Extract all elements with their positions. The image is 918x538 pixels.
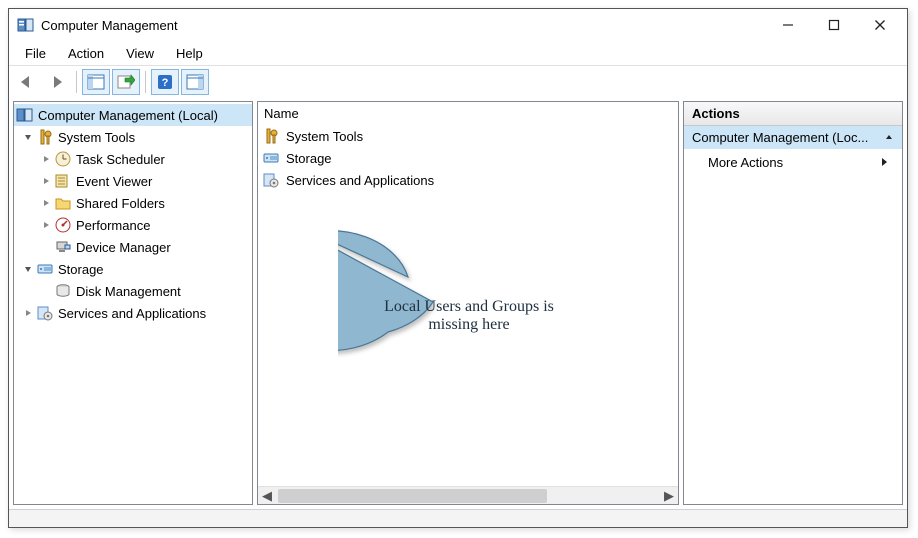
tree-disk-management[interactable]: Disk Management: [14, 280, 252, 302]
scroll-left-icon[interactable]: ◀: [258, 487, 276, 504]
actions-header: Actions: [684, 102, 902, 126]
computer-management-icon: [16, 106, 34, 124]
tree-services-apps-label: Services and Applications: [58, 306, 206, 321]
actions-pane: Actions Computer Management (Loc... More…: [683, 101, 903, 505]
storage-icon: [262, 149, 280, 167]
collapse-icon[interactable]: [884, 130, 894, 145]
tree-disk-management-label: Disk Management: [76, 284, 181, 299]
tree-storage[interactable]: Storage: [14, 258, 252, 280]
export-button[interactable]: [112, 69, 140, 95]
help-button[interactable]: ?: [151, 69, 179, 95]
scroll-right-icon[interactable]: ▶: [660, 487, 678, 504]
menu-action[interactable]: Action: [58, 44, 114, 63]
toolbar: ?: [9, 65, 907, 97]
window-frame: Computer Management File Action View Hel…: [8, 8, 908, 528]
action-more-actions[interactable]: More Actions: [684, 149, 902, 176]
list-pane: Name System Tools Storage Services and A…: [257, 101, 679, 505]
show-action-pane-button[interactable]: [181, 69, 209, 95]
menu-view[interactable]: View: [116, 44, 164, 63]
clock-icon: [54, 150, 72, 168]
tree-services-apps[interactable]: Services and Applications: [14, 302, 252, 324]
minimize-button[interactable]: [765, 10, 811, 40]
window-title: Computer Management: [41, 18, 765, 33]
tree-shared-folders-label: Shared Folders: [76, 196, 165, 211]
list-item-label: Storage: [286, 151, 332, 166]
list-item-services-apps[interactable]: Services and Applications: [258, 169, 678, 191]
maximize-button[interactable]: [811, 10, 857, 40]
tree-pane: Computer Management (Local) System Tools…: [13, 101, 253, 505]
tree-task-scheduler-label: Task Scheduler: [76, 152, 165, 167]
list-item-label: System Tools: [286, 129, 363, 144]
svg-text:?: ?: [162, 77, 169, 89]
tree-system-tools-label: System Tools: [58, 130, 135, 145]
menubar: File Action View Help: [9, 41, 907, 65]
chevron-down-icon[interactable]: [22, 131, 34, 143]
tree-device-manager-label: Device Manager: [76, 240, 171, 255]
nav-back-button[interactable]: [13, 69, 41, 95]
storage-icon: [36, 260, 54, 278]
list-item-storage[interactable]: Storage: [258, 147, 678, 169]
tree-shared-folders[interactable]: Shared Folders: [14, 192, 252, 214]
tree-performance-label: Performance: [76, 218, 150, 233]
disk-management-icon: [54, 282, 72, 300]
tree-system-tools[interactable]: System Tools: [14, 126, 252, 148]
toolbar-separator: [145, 71, 146, 93]
services-icon: [36, 304, 54, 322]
performance-icon: [54, 216, 72, 234]
actions-group-label: Computer Management (Loc...: [692, 130, 868, 145]
titlebar[interactable]: Computer Management: [9, 9, 907, 41]
nav-forward-button[interactable]: [43, 69, 71, 95]
device-manager-icon: [54, 238, 72, 256]
content-area: Computer Management (Local) System Tools…: [9, 97, 907, 509]
system-tools-icon: [36, 128, 54, 146]
system-tools-icon: [262, 127, 280, 145]
chevron-right-icon[interactable]: [40, 219, 52, 231]
chevron-down-icon[interactable]: [22, 263, 34, 275]
folder-icon: [54, 194, 72, 212]
chevron-right-icon[interactable]: [40, 153, 52, 165]
tree-performance[interactable]: Performance: [14, 214, 252, 236]
chevron-right-icon[interactable]: [40, 175, 52, 187]
horizontal-scrollbar[interactable]: ◀ ▶: [258, 486, 678, 504]
menu-help[interactable]: Help: [166, 44, 213, 63]
tree-storage-label: Storage: [58, 262, 104, 277]
scroll-thumb[interactable]: [278, 489, 547, 503]
scroll-track[interactable]: [276, 487, 660, 504]
tree-root[interactable]: Computer Management (Local): [14, 104, 252, 126]
services-icon: [262, 171, 280, 189]
tree-task-scheduler[interactable]: Task Scheduler: [14, 148, 252, 170]
close-button[interactable]: [857, 10, 903, 40]
actions-group[interactable]: Computer Management (Loc...: [684, 126, 902, 149]
chevron-right-icon[interactable]: [40, 197, 52, 209]
show-hide-tree-button[interactable]: [82, 69, 110, 95]
list-column-name[interactable]: Name: [258, 102, 678, 125]
chevron-right-icon[interactable]: [22, 307, 34, 319]
tree-event-viewer-label: Event Viewer: [76, 174, 152, 189]
statusbar: [9, 509, 907, 527]
list-body: System Tools Storage Services and Applic…: [258, 125, 678, 486]
chevron-right-icon: [880, 155, 888, 170]
menu-file[interactable]: File: [15, 44, 56, 63]
event-viewer-icon: [54, 172, 72, 190]
app-icon: [17, 16, 35, 34]
action-more-label: More Actions: [708, 155, 783, 170]
tree-event-viewer[interactable]: Event Viewer: [14, 170, 252, 192]
list-item-label: Services and Applications: [286, 173, 434, 188]
toolbar-separator: [76, 71, 77, 93]
window-controls: [765, 10, 903, 40]
tree-device-manager[interactable]: Device Manager: [14, 236, 252, 258]
list-item-system-tools[interactable]: System Tools: [258, 125, 678, 147]
tree-root-label: Computer Management (Local): [38, 108, 218, 123]
